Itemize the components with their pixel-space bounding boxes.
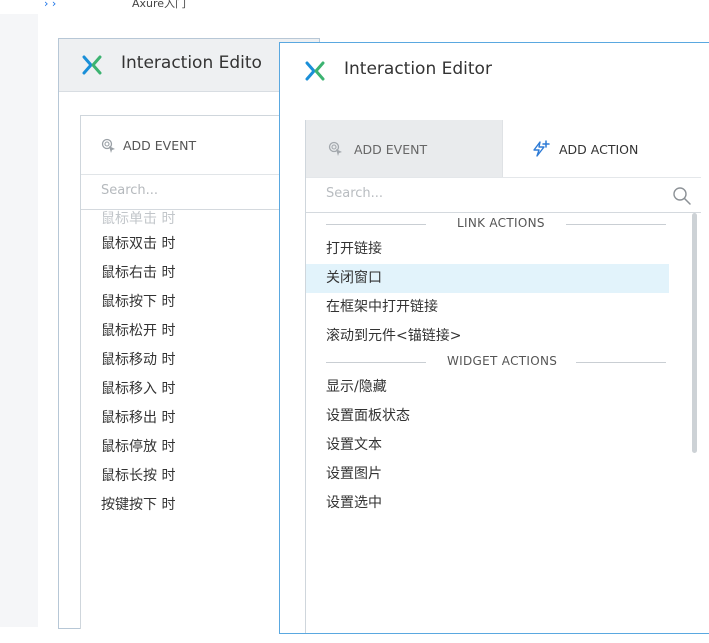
action-item-set-image[interactable]: 设置图片 bbox=[306, 460, 669, 489]
action-item-set-text[interactable]: 设置文本 bbox=[306, 431, 669, 460]
action-item-set-selected[interactable]: 设置选中 bbox=[306, 489, 669, 518]
breadcrumb-title: Axure入门 bbox=[132, 0, 187, 10]
top-breadcrumb-strip: › › Axure入门 bbox=[0, 0, 709, 14]
actions-scrollbar[interactable] bbox=[692, 213, 697, 643]
action-item-scroll-to-widget[interactable]: 滚动到元件<锚链接> bbox=[306, 322, 669, 351]
editor-title: Interaction Editor bbox=[344, 59, 492, 79]
event-item[interactable]: 鼠标右击 时 bbox=[81, 259, 281, 288]
event-item[interactable]: 鼠标停放 时 bbox=[81, 433, 281, 462]
event-item[interactable]: 鼠标按下 时 bbox=[81, 288, 281, 317]
section-widget-actions: WIDGET ACTIONS bbox=[306, 351, 701, 373]
section-title: LINK ACTIONS bbox=[457, 216, 545, 230]
event-item[interactable]: 鼠标移动 时 bbox=[81, 346, 281, 375]
action-search-input[interactable]: Search... bbox=[306, 177, 701, 213]
action-item-open-in-frame[interactable]: 在框架中打开链接 bbox=[306, 293, 669, 322]
left-gutter bbox=[0, 14, 38, 627]
action-item-set-panel-state[interactable]: 设置面板状态 bbox=[306, 402, 669, 431]
event-item[interactable]: 鼠标双击 时 bbox=[81, 230, 281, 259]
add-event-tab[interactable]: ADD EVENT bbox=[81, 116, 281, 175]
search-placeholder: Search... bbox=[326, 186, 384, 201]
link-actions-list: 打开链接 关闭窗口 在框架中打开链接 滚动到元件<锚链接> bbox=[306, 235, 701, 351]
event-search-input[interactable]: Search... bbox=[81, 175, 281, 210]
event-item[interactable]: 按键按下 时 bbox=[81, 491, 281, 520]
tab-add-action-label: ADD ACTION bbox=[559, 142, 639, 157]
cursor-click-icon bbox=[328, 141, 342, 156]
axure-x-logo-icon bbox=[305, 61, 325, 81]
event-item[interactable]: 鼠标单击 时 bbox=[81, 210, 281, 230]
action-item-open-link[interactable]: 打开链接 bbox=[306, 235, 669, 264]
editor-tabs: ADD EVENT ADD ACTION bbox=[306, 120, 701, 177]
editor-titlebar[interactable]: Interaction Editor bbox=[280, 43, 709, 98]
divider bbox=[326, 362, 426, 363]
event-item[interactable]: 鼠标长按 时 bbox=[81, 462, 281, 491]
interaction-editor-front: Interaction Editor ADD EVENT ADD ACTION bbox=[279, 42, 709, 634]
breadcrumb-nav[interactable]: › › bbox=[44, 0, 56, 9]
cursor-click-icon bbox=[101, 138, 115, 153]
section-link-actions: LINK ACTIONS bbox=[306, 213, 701, 235]
axure-x-logo-icon bbox=[82, 55, 102, 75]
scrollbar-thumb[interactable] bbox=[692, 213, 697, 453]
section-title: WIDGET ACTIONS bbox=[447, 354, 558, 368]
event-item[interactable]: 鼠标移出 时 bbox=[81, 404, 281, 433]
divider bbox=[576, 362, 666, 363]
event-item[interactable]: 鼠标移入 时 bbox=[81, 375, 281, 404]
actions-panel: ADD EVENT ADD ACTION Search... LINK ACTI… bbox=[305, 120, 701, 633]
event-item[interactable]: 鼠标松开 时 bbox=[81, 317, 281, 346]
events-panel: ADD EVENT Search... 鼠标单击 时 鼠标双击 时 鼠标右击 时… bbox=[80, 115, 282, 629]
add-event-label: ADD EVENT bbox=[123, 138, 197, 153]
search-icon[interactable] bbox=[672, 186, 692, 206]
search-placeholder: Search... bbox=[101, 183, 159, 198]
tab-add-action[interactable]: ADD ACTION bbox=[503, 120, 701, 177]
tab-add-event[interactable]: ADD EVENT bbox=[306, 120, 503, 177]
editor-title: Interaction Edito bbox=[121, 53, 262, 73]
tab-add-event-label: ADD EVENT bbox=[354, 142, 428, 157]
divider bbox=[566, 224, 666, 225]
action-item-show-hide[interactable]: 显示/隐藏 bbox=[306, 373, 669, 402]
event-list: 鼠标单击 时 鼠标双击 时 鼠标右击 时 鼠标按下 时 鼠标松开 时 鼠标移动 … bbox=[81, 210, 281, 520]
divider bbox=[326, 224, 426, 225]
lightning-plus-icon bbox=[533, 140, 550, 157]
widget-actions-list: 显示/隐藏 设置面板状态 设置文本 设置图片 设置选中 bbox=[306, 373, 701, 518]
action-item-close-window[interactable]: 关闭窗口 bbox=[306, 264, 669, 293]
